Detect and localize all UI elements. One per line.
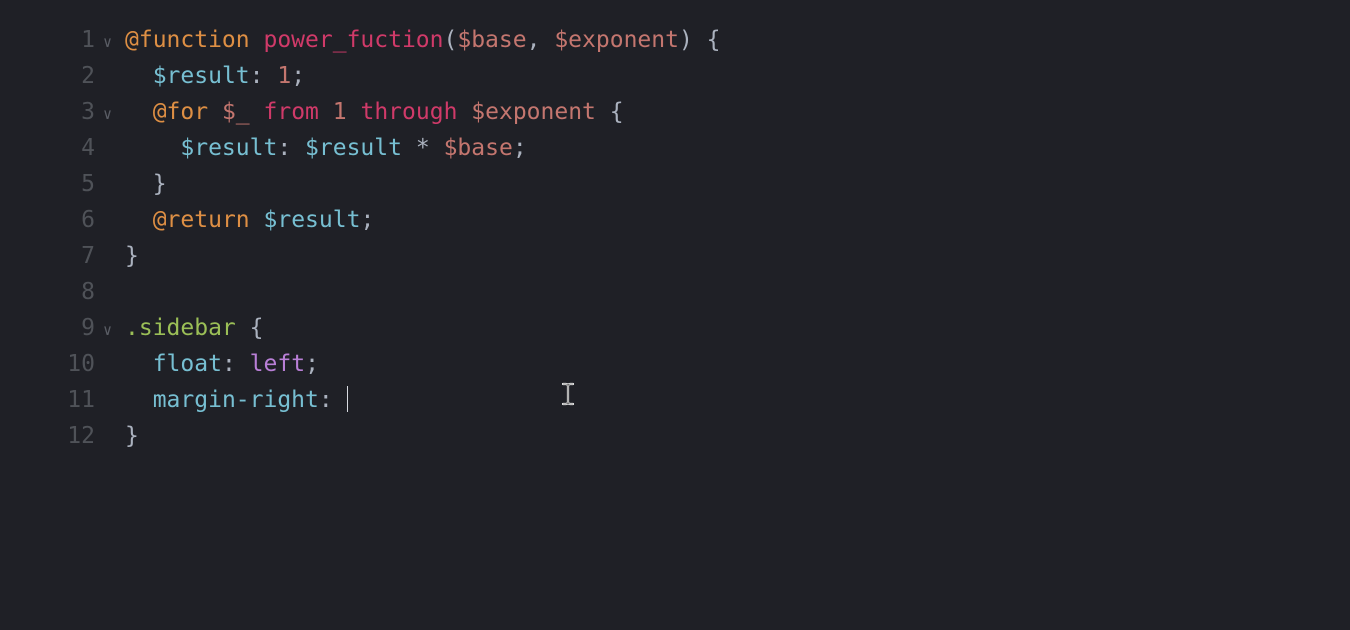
- fold-gutter: [95, 348, 125, 384]
- line-number: 3: [35, 94, 95, 130]
- line-number: 9: [35, 310, 95, 346]
- line-number: 12: [35, 418, 95, 454]
- code-line[interactable]: 10 float: left;: [35, 346, 1350, 382]
- line-number: 5: [35, 166, 95, 202]
- line-number: 6: [35, 202, 95, 238]
- line-number: 1: [35, 22, 95, 58]
- code-content[interactable]: @return $result;: [125, 202, 1350, 238]
- code-line[interactable]: 1 ∨ @function power_fuction($base, $expo…: [35, 22, 1350, 58]
- code-content[interactable]: }: [125, 418, 1350, 454]
- fold-gutter: [95, 384, 125, 420]
- line-number: 8: [35, 274, 95, 310]
- code-content[interactable]: @for $_ from 1 through $exponent {: [125, 94, 1350, 130]
- code-line[interactable]: 3 ∨ @for $_ from 1 through $exponent {: [35, 94, 1350, 130]
- fold-gutter: [95, 168, 125, 204]
- code-content[interactable]: }: [125, 166, 1350, 202]
- fold-chevron-icon[interactable]: ∨: [95, 312, 125, 348]
- code-line[interactable]: 8: [35, 274, 1350, 310]
- code-line[interactable]: 7 }: [35, 238, 1350, 274]
- fold-gutter: [95, 132, 125, 168]
- text-cursor: [347, 386, 349, 412]
- line-number: 7: [35, 238, 95, 274]
- code-line[interactable]: 5 }: [35, 166, 1350, 202]
- code-content[interactable]: @function power_fuction($base, $exponent…: [125, 22, 1350, 58]
- code-content[interactable]: .sidebar {: [125, 310, 1350, 346]
- code-content[interactable]: $result: 1;: [125, 58, 1350, 94]
- code-line[interactable]: 12 }: [35, 418, 1350, 454]
- code-line[interactable]: 9 ∨ .sidebar {: [35, 310, 1350, 346]
- code-content[interactable]: [125, 274, 1350, 310]
- line-number: 4: [35, 130, 95, 166]
- fold-gutter: [95, 240, 125, 276]
- fold-chevron-icon[interactable]: ∨: [95, 24, 125, 60]
- code-editor[interactable]: 1 ∨ @function power_fuction($base, $expo…: [0, 0, 1350, 454]
- line-number: 11: [35, 382, 95, 418]
- code-line[interactable]: 11 margin-right:: [35, 382, 1350, 418]
- code-content[interactable]: margin-right:: [125, 382, 1350, 418]
- code-content[interactable]: $result: $result * $base;: [125, 130, 1350, 166]
- code-content[interactable]: float: left;: [125, 346, 1350, 382]
- fold-chevron-icon[interactable]: ∨: [95, 96, 125, 132]
- code-line[interactable]: 4 $result: $result * $base;: [35, 130, 1350, 166]
- code-content[interactable]: }: [125, 238, 1350, 274]
- fold-gutter: [95, 420, 125, 456]
- line-number: 10: [35, 346, 95, 382]
- code-line[interactable]: 2 $result: 1;: [35, 58, 1350, 94]
- fold-gutter: [95, 60, 125, 96]
- code-line[interactable]: 6 @return $result;: [35, 202, 1350, 238]
- fold-gutter: [95, 276, 125, 312]
- fold-gutter: [95, 204, 125, 240]
- line-number: 2: [35, 58, 95, 94]
